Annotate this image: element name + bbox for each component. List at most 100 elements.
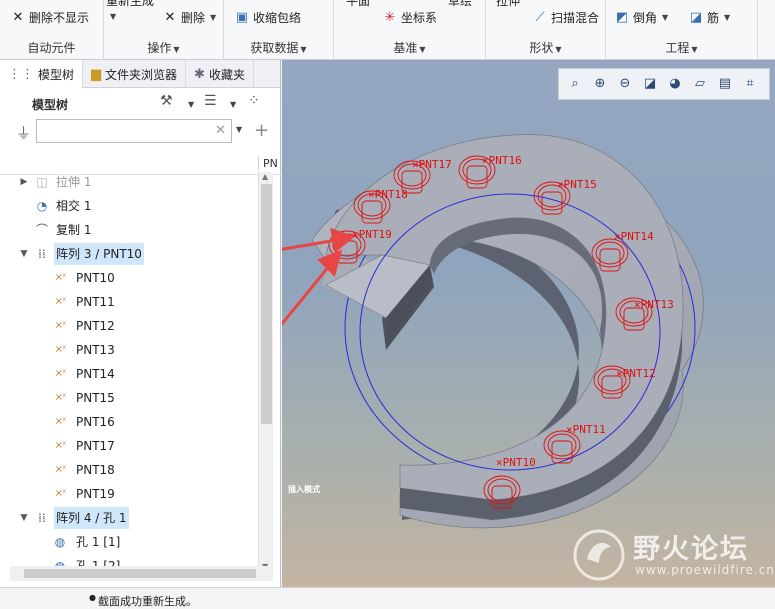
tree-filter-display-icon[interactable]: ⁘ <box>248 93 260 109</box>
tree-filter-row: ⏚ ✕ ▼ + <box>0 117 281 147</box>
collapse-arrow-icon[interactable]: ▼ <box>18 507 30 529</box>
datum-display-icon[interactable]: ⌗ <box>740 74 760 94</box>
shrinkwrap-button[interactable]: ▣ 收缩包络 <box>234 8 301 28</box>
tree-item-pnt14[interactable]: ×ˣ PNT14 <box>0 363 258 385</box>
scroll-thumb[interactable] <box>24 569 256 578</box>
tree-item-label: 阵列 4 / 孔 1 <box>54 507 129 529</box>
pattern-feature-icon: ⁞⁞ <box>38 247 46 261</box>
forum-watermark: 野火论坛 www.proewildfire.cn <box>569 525 774 583</box>
refit-icon[interactable]: ⌕ <box>565 74 585 94</box>
tree-item-label: PNT14 <box>76 367 115 381</box>
delete-button[interactable]: ✕ 删除 ▼ <box>162 8 217 28</box>
chevron-down-icon[interactable]: ▼ <box>188 100 194 109</box>
point-label-pnt18: ×PNT18 <box>368 188 408 201</box>
tab-favorites[interactable]: ✱ 收藏夹 <box>186 60 254 88</box>
chamfer-label: 倒角 <box>633 11 658 25</box>
extrude-button[interactable]: 拉伸 <box>496 0 520 9</box>
tree-item-label: 复制 1 <box>56 223 92 237</box>
show-list-icon[interactable]: ☰ <box>204 93 217 109</box>
model-tree-list: ▶ ◫ 拉伸 1 ◔ 相交 1 ⌒ 复制 1 ▼ ⁞⁞ 阵列 3 / PNT10… <box>0 171 258 569</box>
tree-item-label: PNT17 <box>76 439 115 453</box>
tree-item-pattern-3[interactable]: ▼ ⁞⁞ 阵列 3 / PNT10 <box>0 243 258 265</box>
plane-button[interactable]: 平面 <box>346 0 370 9</box>
hole-pnt14 <box>591 238 629 272</box>
tree-item-pnt15[interactable]: ×ˣ PNT15 <box>0 387 258 409</box>
ribbon-group-label[interactable]: 获取数据 ▼ <box>224 39 333 56</box>
pattern-feature-icon: ⁞⁞ <box>38 511 46 525</box>
tree-item-pnt10[interactable]: ×ˣ PNT10 <box>0 267 258 289</box>
tree-item-label: PNT12 <box>76 319 115 333</box>
csys-button[interactable]: ✳ 坐标系 <box>382 8 437 28</box>
ribbon-group-shapes: 拉伸 ⟋ 扫描混合 形状 ▼ <box>486 0 606 60</box>
coordinate-system-icon: ✳ <box>384 10 396 25</box>
csys-label: 坐标系 <box>401 11 438 25</box>
add-item-icon[interactable]: + <box>254 120 269 141</box>
tree-item-label: 阵列 3 / PNT10 <box>54 243 144 265</box>
remove-hide-button[interactable]: ✕ 删除不显示 <box>10 8 89 28</box>
saved-orientations-icon[interactable]: ▱ <box>690 74 710 94</box>
tree-item-copy[interactable]: ⌒ 复制 1 <box>0 219 258 241</box>
display-style-icon[interactable]: ◕ <box>665 74 685 94</box>
expand-arrow-icon[interactable]: ▶ <box>18 171 30 193</box>
tree-item-label: PNT18 <box>76 463 115 477</box>
group-label-text: 操作 <box>147 41 172 55</box>
tree-item-pnt16[interactable]: ×ˣ PNT16 <box>0 411 258 433</box>
tab-model-tree[interactable]: ⋮⋮ 模型树 <box>0 60 84 88</box>
chamfer-button[interactable]: ◩ 倒角 ▼ <box>614 8 668 28</box>
scroll-thumb[interactable] <box>261 184 272 424</box>
group-label-text: 形状 <box>529 41 554 55</box>
delete-x-icon: ✕ <box>164 10 176 25</box>
tree-item-extrude[interactable]: ▶ ◫ 拉伸 1 <box>0 171 258 193</box>
model-tree-icon: ⋮⋮ <box>8 66 34 82</box>
regenerate-button[interactable]: 重新生成 <box>106 0 154 9</box>
tree-item-label: PNT16 <box>76 415 115 429</box>
point-label-pnt14: ×PNT14 <box>614 230 654 243</box>
ribbon-group-label[interactable]: 工程 ▼ <box>606 39 757 56</box>
tree-item-label: PNT11 <box>76 295 115 309</box>
ribbon-group-label[interactable]: 形状 ▼ <box>486 39 605 56</box>
tree-item-intersect[interactable]: ◔ 相交 1 <box>0 195 258 217</box>
tree-item-pnt11[interactable]: ×ˣ PNT11 <box>0 291 258 313</box>
tree-item-hole-1[interactable]: ◍ 孔 1 [1] <box>0 531 258 553</box>
tree-item-pnt17[interactable]: ×ˣ PNT17 <box>0 435 258 457</box>
tree-header: 模型树 ⚒ ▼ ☰ ▼ ⁘ <box>0 88 280 118</box>
sketch-button[interactable]: 草绘 <box>448 0 472 9</box>
rib-button[interactable]: ◪ 筋 ▼ <box>688 8 730 28</box>
favorites-icon: ✱ <box>194 66 205 82</box>
ribbon-group-engineering: ◩ 倒角 ▼ ◪ 筋 ▼ 工程 ▼ <box>606 0 758 60</box>
tree-item-pnt12[interactable]: ×ˣ PNT12 <box>0 315 258 337</box>
graphics-viewport[interactable]: ×PNT10 ×PNT11 ×PNT12 ×PNT13 ×PNT14 ×PNT1… <box>282 60 775 587</box>
clear-search-icon[interactable]: ✕ <box>215 123 226 138</box>
swept-blend-label: 扫描混合 <box>551 11 600 25</box>
chevron-down-icon[interactable]: ▼ <box>110 12 116 21</box>
filter-funnel-icon[interactable]: ⏚ <box>16 122 31 143</box>
zoom-in-icon[interactable]: ⊕ <box>590 74 610 94</box>
ribbon-group-label[interactable]: 基准 ▼ <box>334 39 485 56</box>
tab-folder-browser[interactable]: ▆ 文件夹浏览器 <box>83 60 187 88</box>
view-manager-icon[interactable]: ▤ <box>715 74 735 94</box>
tree-item-pnt13[interactable]: ×ˣ PNT13 <box>0 339 258 361</box>
tree-item-label: PNT10 <box>76 271 115 285</box>
scroll-up-icon[interactable]: ▲ <box>262 172 268 181</box>
group-label-text: 工程 <box>665 41 690 55</box>
extrude-feature-icon: ◫ <box>36 175 48 189</box>
collapse-arrow-icon[interactable]: ▼ <box>18 243 30 265</box>
tree-vertical-scrollbar[interactable]: ▲ ▼ <box>258 172 273 571</box>
ribbon-group-label[interactable]: 操作 ▼ <box>104 39 223 56</box>
tree-item-pnt18[interactable]: ×ˣ PNT18 <box>0 459 258 481</box>
point-label-pnt10: ×PNT10 <box>496 456 536 469</box>
tree-horizontal-scrollbar[interactable] <box>10 566 273 581</box>
zoom-out-icon[interactable]: ⊖ <box>615 74 635 94</box>
chamfer-icon: ◩ <box>615 10 629 25</box>
swept-blend-button[interactable]: ⟋ 扫描混合 <box>532 8 599 28</box>
tree-search-input[interactable] <box>36 119 232 143</box>
insert-mode-label: 插入模式 <box>288 485 320 494</box>
tree-settings-icon[interactable]: ⚒ <box>160 93 173 109</box>
repaint-icon[interactable]: ◪ <box>640 74 660 94</box>
chevron-down-icon[interactable]: ▼ <box>236 125 242 134</box>
rib-label: 筋 <box>707 11 720 25</box>
column-header-pn[interactable]: PN <box>258 157 278 170</box>
chevron-down-icon[interactable]: ▼ <box>230 100 236 109</box>
tree-item-pattern-4[interactable]: ▼ ⁞⁞ 阵列 4 / 孔 1 <box>0 507 258 529</box>
tree-item-pnt19[interactable]: ×ˣ PNT19 <box>0 483 258 505</box>
